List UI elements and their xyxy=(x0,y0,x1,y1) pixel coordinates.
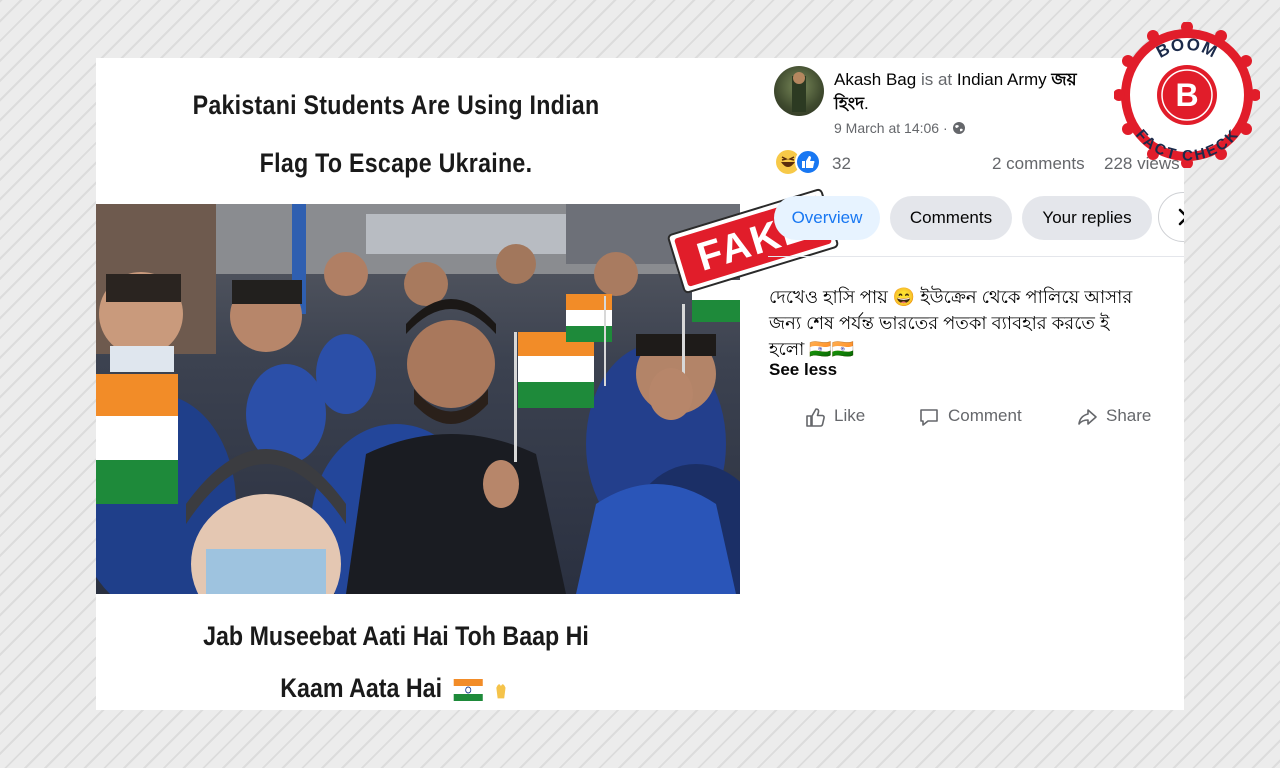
reaction-count[interactable]: 32 xyxy=(832,154,851,174)
tab-overview[interactable]: Overview xyxy=(774,196,880,240)
chevron-right-icon xyxy=(1178,208,1184,226)
comment-icon xyxy=(920,408,938,426)
post-image[interactable]: Pakistani Students Are Using Indian Flag… xyxy=(96,58,740,710)
image-caption-bottom: Jab Museebat Aati Hai Toh Baap Hi Kaam A… xyxy=(203,621,589,703)
folded-hands-icon xyxy=(495,684,506,699)
svg-text:B: B xyxy=(1175,77,1198,113)
indian-flag-left xyxy=(96,374,178,504)
location-suffix-2: হিংদ xyxy=(834,94,865,113)
like-reaction-icon xyxy=(795,149,821,175)
share-icon xyxy=(1078,408,1097,425)
like-icon xyxy=(806,407,825,427)
share-button[interactable]: Share xyxy=(1076,402,1151,430)
divider xyxy=(768,256,1184,257)
tab-comments[interactable]: Comments xyxy=(890,196,1012,240)
location-suffix: জয় xyxy=(1051,70,1077,89)
fact-check-card: Pakistani Students Are Using Indian Flag… xyxy=(96,58,1184,710)
like-button[interactable]: Like xyxy=(804,402,865,430)
bus-photo-illustration xyxy=(96,204,740,594)
comment-button[interactable]: Comment xyxy=(918,402,1022,430)
tabs-next-button[interactable] xyxy=(1158,192,1184,242)
post-timestamp[interactable]: 9 March at 14:06 · xyxy=(834,120,966,136)
author-line: Akash Bag is at Indian Army জয় হিংদ. xyxy=(834,70,1077,113)
image-caption-top: Pakistani Students Are Using Indian Flag… xyxy=(192,90,600,178)
reactions[interactable] xyxy=(774,148,824,176)
bus-photo xyxy=(96,204,740,594)
is-at-text: is at xyxy=(920,70,953,89)
tab-your-replies[interactable]: Your replies xyxy=(1022,196,1152,240)
globe-icon xyxy=(952,122,965,134)
avatar[interactable] xyxy=(774,66,824,116)
boom-fact-check-badge: BOOM FACT CHECK B xyxy=(1113,21,1261,169)
author-name[interactable]: Akash Bag xyxy=(834,70,916,89)
comment-count[interactable]: 2 comments xyxy=(992,154,1085,174)
post-text: দেখেও হাসি পায় 😄 ইউক্রেন থেকে পালিয়ে আ… xyxy=(769,287,1133,359)
flag-emoji-icon xyxy=(453,678,483,701)
see-less-link[interactable]: See less xyxy=(769,360,837,380)
indian-flag-center xyxy=(514,332,594,462)
location-link[interactable]: Indian Army xyxy=(957,70,1047,89)
